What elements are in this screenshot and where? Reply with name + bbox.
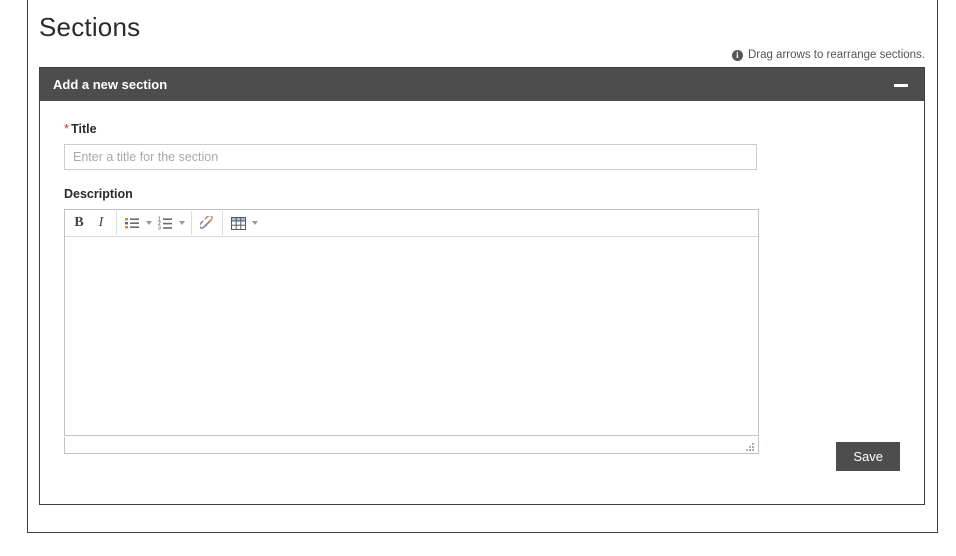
toolbar-group-lists: 1 2 3: [121, 210, 187, 236]
editor-toolbar: B I 1 2 3: [65, 210, 758, 237]
panel-header: Add a new section: [40, 68, 924, 101]
numbered-list-button[interactable]: 1 2 3: [154, 212, 176, 234]
link-icon: [199, 215, 213, 229]
italic-button[interactable]: I: [90, 212, 112, 234]
minimize-icon[interactable]: [893, 77, 909, 93]
toolbar-separator: [191, 211, 192, 235]
table-icon: [230, 216, 246, 230]
title-field-label: * Title: [64, 121, 900, 137]
info-icon: [731, 49, 743, 61]
rearrange-hint: Drag arrows to rearrange sections.: [731, 49, 925, 61]
title-field-group: * Title: [64, 121, 900, 170]
title-label-text: Title: [71, 122, 97, 136]
numbered-list-icon: 1 2 3: [158, 217, 172, 230]
table-dropdown-caret[interactable]: [249, 212, 260, 234]
title-input[interactable]: [64, 144, 757, 170]
bullet-list-icon: [125, 218, 139, 229]
svg-text:3: 3: [158, 226, 161, 230]
toolbar-group-link: [196, 210, 218, 236]
toolbar-group-text-style: B I: [68, 210, 112, 236]
toolbar-separator: [116, 211, 117, 235]
description-field-label: Description: [64, 187, 133, 201]
page-title: Sections: [39, 12, 141, 42]
description-editor-body[interactable]: [65, 237, 758, 435]
table-button[interactable]: [227, 212, 249, 234]
add-section-panel: Add a new section *Title Description B I: [39, 67, 925, 505]
numbered-list-dropdown-caret[interactable]: [176, 212, 187, 234]
toolbar-group-table: [227, 210, 260, 236]
rearrange-hint-text: Drag arrows to rearrange sections.: [747, 49, 925, 61]
bullet-list-button[interactable]: [121, 212, 143, 234]
required-asterisk: *: [64, 121, 70, 136]
save-button[interactable]: Save: [836, 442, 900, 471]
toolbar-separator: [222, 211, 223, 235]
description-field-group: Description B I 1 2 3: [64, 187, 900, 454]
panel-header-title: Add a new section: [53, 77, 168, 92]
link-button[interactable]: [196, 212, 218, 234]
rich-text-editor: B I 1 2 3: [64, 209, 759, 436]
panel-body: *Title Description B I: [40, 101, 924, 454]
panel-footer: Save: [40, 442, 924, 471]
bullet-list-dropdown-caret[interactable]: [143, 212, 154, 234]
bold-button[interactable]: B: [68, 212, 90, 234]
